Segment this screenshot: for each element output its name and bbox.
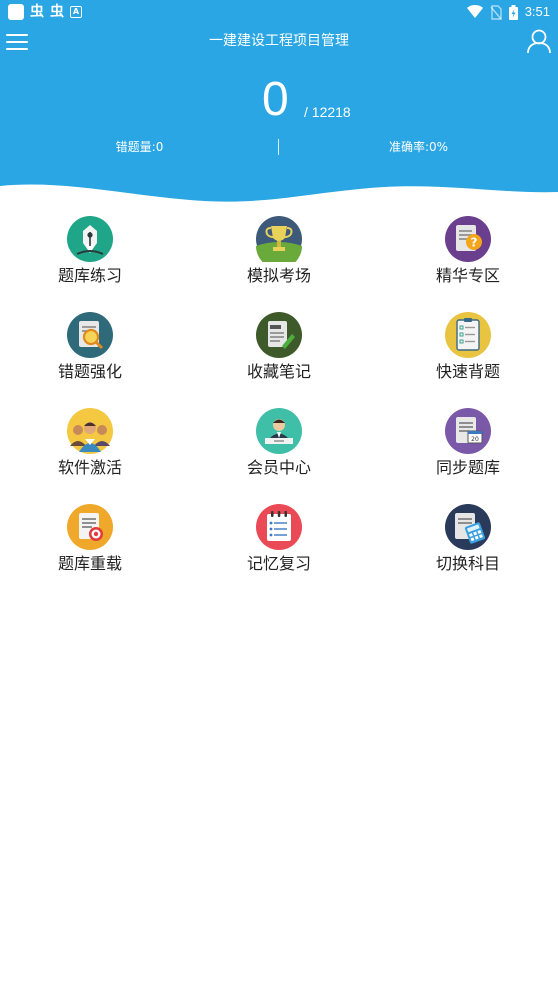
- grid-item-reload[interactable]: 题库重载: [10, 504, 170, 584]
- clock: 3:51: [524, 4, 550, 19]
- grid-item-label: 切换科目: [435, 554, 500, 573]
- pen-nib-icon: [67, 216, 113, 262]
- grid-item-label: 会员中心: [246, 458, 311, 477]
- grid-item-label: 收藏笔记: [246, 362, 311, 381]
- no-sim-icon: [490, 4, 502, 20]
- grid-item-label: 题库练习: [57, 266, 122, 285]
- score-display: 0 / 12218: [0, 72, 558, 128]
- score-total: / 12218: [304, 104, 351, 120]
- status-bar: 虫 虫 A 3:51: [0, 0, 558, 24]
- grid-item-member[interactable]: 会员中心: [199, 408, 359, 488]
- bug-icon: 虫: [50, 4, 64, 20]
- page-title: 一建建设工程项目管理: [209, 33, 349, 49]
- checklist-icon: [445, 312, 491, 358]
- doc-target-icon: [67, 504, 113, 550]
- grid-item-label: 记忆复习: [246, 554, 311, 573]
- grid-item-sync[interactable]: 20 同步题库: [388, 408, 548, 488]
- calendar-doc-icon: 20: [445, 408, 491, 454]
- notes-pen-icon: [256, 312, 302, 358]
- user-icon[interactable]: [526, 28, 552, 54]
- question-doc-icon: ?: [445, 216, 491, 262]
- doc-magnifier-icon: [67, 312, 113, 358]
- wrong-count: 错题量:0: [115, 140, 164, 154]
- member-icon: [256, 408, 302, 454]
- grid-item-label: 错题强化: [57, 362, 122, 381]
- grid-item-memory-review[interactable]: 记忆复习: [199, 504, 359, 584]
- doc-calculator-icon: [445, 504, 491, 550]
- header: 虫 虫 A 3:51 一建建设工程项目管理 0 / 12218 错题量:0 准确…: [0, 0, 558, 210]
- grid-item-label: 模拟考场: [246, 266, 311, 285]
- grid-item-wrong-drill[interactable]: 错题强化: [10, 312, 170, 392]
- a-badge-icon: A: [70, 6, 82, 18]
- grid-item-practice[interactable]: 题库练习: [10, 216, 170, 296]
- bug-icon: 虫: [30, 4, 44, 20]
- svg-text:20: 20: [471, 436, 479, 443]
- grid-item-label: 精华专区: [435, 266, 500, 285]
- svg-text:?: ?: [471, 236, 478, 250]
- trophy-icon: [256, 216, 302, 262]
- battery-charging-icon: [508, 4, 518, 20]
- grid-item-label: 同步题库: [435, 458, 500, 477]
- grid-item-switch-subject[interactable]: 切换科目: [388, 504, 548, 584]
- app-notification-icon: [8, 4, 24, 20]
- grid-item-mock-exam[interactable]: 模拟考场: [199, 216, 359, 296]
- grid-item-label: 软件激活: [57, 458, 122, 477]
- grid-item-activate[interactable]: 软件激活: [10, 408, 170, 488]
- grid-item-essence[interactable]: ? 精华专区: [388, 216, 548, 296]
- wifi-icon: [466, 5, 483, 18]
- score-value: 0: [262, 73, 289, 126]
- accuracy-rate: 准确率:0%: [388, 140, 449, 154]
- memory-list-icon: [256, 504, 302, 550]
- grid-item-quick-memorize[interactable]: 快速背题: [388, 312, 548, 392]
- grid-item-favorites[interactable]: 收藏笔记: [199, 312, 359, 392]
- grid-item-label: 快速背题: [435, 362, 500, 381]
- grid-item-label: 题库重载: [57, 554, 122, 573]
- people-group-icon: [67, 408, 113, 454]
- home-screen: 虫 虫 A 3:51 一建建设工程项目管理 0 / 12218 错题量:0 准确…: [0, 0, 558, 992]
